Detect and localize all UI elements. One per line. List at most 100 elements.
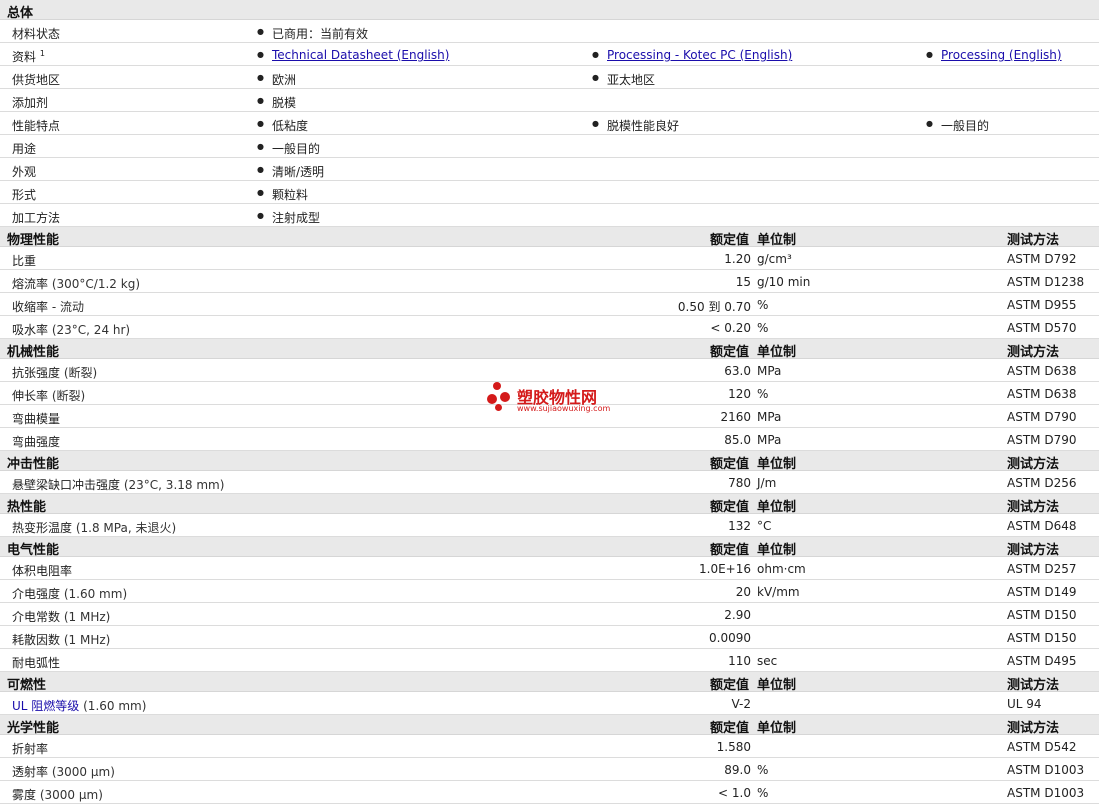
test-condition: (300°C/1.2 kg) xyxy=(51,277,140,291)
section-title: 总体 xyxy=(7,6,34,21)
property-name: 雾度 xyxy=(12,788,37,802)
column-header-value: 额定值 xyxy=(709,500,749,515)
property-label: 耐电弧性 xyxy=(12,654,60,671)
table-row: 悬壁梁缺口冲击强度 (23°C, 3.18 mm) 780 J/m ASTM D256 xyxy=(0,471,1099,494)
table-row: 弯曲强度 85.0 MPa ASTM D790 xyxy=(0,428,1099,451)
property-label: 热变形温度 (1.8 MPa, 未退火) xyxy=(12,519,176,536)
test-method: ASTM D256 xyxy=(1007,476,1077,490)
property-name: 资料 xyxy=(12,50,37,64)
column-header-method: 测试方法 xyxy=(1007,500,1060,515)
property-label: 熔流率 (300°C/1.2 kg) xyxy=(12,275,140,292)
unit-value: % xyxy=(757,786,769,800)
nominal-value: < 1.0 xyxy=(718,786,751,800)
test-method: ASTM D570 xyxy=(1007,321,1077,335)
property-name: 收缩率 xyxy=(12,300,49,314)
unit-value: MPa xyxy=(757,364,782,378)
test-method: ASTM D150 xyxy=(1007,608,1077,622)
bullet-text: 脱模性能良好 xyxy=(607,119,680,133)
nominal-value: 1.0E+16 xyxy=(699,562,751,576)
test-condition: (1 MHz) xyxy=(63,610,111,624)
table-row: UL 阻燃等级 (1.60 mm) V-2 UL 94 xyxy=(0,692,1099,715)
test-method: ASTM D790 xyxy=(1007,433,1077,447)
property-name: 形式 xyxy=(12,188,37,202)
table-row: 收缩率 - 流动 0.50 到 0.70% ASTM D955 xyxy=(0,293,1099,316)
property-label: 介电强度 (1.60 mm) xyxy=(12,585,127,602)
property-label: 吸水率 (23°C, 24 hr) xyxy=(12,321,130,338)
test-method: ASTM D638 xyxy=(1007,364,1077,378)
bullet-item: 注射成型 xyxy=(257,209,320,226)
bullet-item: 欧洲 xyxy=(257,71,296,88)
unit-value: J/m xyxy=(757,476,777,490)
table-row: 雾度 (3000 µm) < 1.0% ASTM D1003 xyxy=(0,781,1099,804)
bullet-item: 清晰/透明 xyxy=(257,163,324,180)
property-name: 吸水率 xyxy=(12,323,49,337)
column-header-method: 测试方法 xyxy=(1007,721,1060,736)
bullet-text: 一般目的 xyxy=(941,119,990,133)
property-label: 抗张强度 (断裂) xyxy=(12,364,97,381)
table-row: 介电常数 (1 MHz) 2.90 ASTM D150 xyxy=(0,603,1099,626)
bullet-item[interactable]: Processing - Kotec PC (English) xyxy=(592,48,792,62)
property-name: 外观 xyxy=(12,165,37,179)
bullet-item[interactable]: Technical Datasheet (English) xyxy=(257,48,449,62)
unit-value: sec xyxy=(757,654,778,668)
table-row: 透射率 (3000 µm) 89.0% ASTM D1003 xyxy=(0,758,1099,781)
table-row: 供货地区 欧洲 亚太地区 xyxy=(0,66,1099,89)
test-condition: (3000 µm) xyxy=(39,788,103,802)
property-label: 收缩率 - 流动 xyxy=(12,298,84,315)
bullet-item[interactable]: Processing (English) xyxy=(926,48,1062,62)
document-link[interactable]: Technical Datasheet (English) xyxy=(272,48,449,62)
property-label: 资料 1 xyxy=(12,48,45,65)
property-name: 耗散因数 xyxy=(12,633,61,647)
section-title: 光学性能 xyxy=(7,721,60,736)
property-label: 形式 xyxy=(12,186,36,203)
section-header: 机械性能 额定值 单位制 测试方法 xyxy=(0,339,1099,360)
table-row: 熔流率 (300°C/1.2 kg) 15 g/10 min ASTM D1238 xyxy=(0,270,1099,293)
property-name: 性能特点 xyxy=(12,119,61,133)
column-header-method: 测试方法 xyxy=(1007,233,1060,248)
section-title: 可燃性 xyxy=(7,678,47,693)
table-row: 折射率 1.580 ASTM D542 xyxy=(0,735,1099,758)
table-row: 热变形温度 (1.8 MPa, 未退火) 132 °C ASTM D648 xyxy=(0,514,1099,537)
bullet-item: 亚太地区 xyxy=(592,71,655,88)
table-row: 介电强度 (1.60 mm) 20 kV/mm ASTM D149 xyxy=(0,580,1099,603)
section-title: 机械性能 xyxy=(7,345,60,360)
nominal-value: 0.0090 xyxy=(709,631,751,645)
table-row: 体积电阻率 1.0E+16 ohm·cm ASTM D257 xyxy=(0,557,1099,580)
property-label: 耗散因数 (1 MHz) xyxy=(12,631,110,648)
property-label: 添加剂 xyxy=(12,94,48,111)
test-method: ASTM D790 xyxy=(1007,410,1077,424)
bullet-item: 低粘度 xyxy=(257,117,308,134)
test-method: ASTM D150 xyxy=(1007,631,1077,645)
unit-value: % xyxy=(757,387,769,401)
column-header-unit: 单位制 xyxy=(757,345,797,360)
table-row: 用途 一般目的 xyxy=(0,135,1099,158)
column-header-value: 额定值 xyxy=(709,345,749,360)
table-row: 性能特点 低粘度 脱模性能良好 一般目的 xyxy=(0,112,1099,135)
property-name: 添加剂 xyxy=(12,96,49,110)
table-row: 比重 1.20 g/cm³ ASTM D792 xyxy=(0,247,1099,270)
nominal-value: V-2 xyxy=(731,697,751,711)
property-name: 透射率 xyxy=(12,765,49,779)
property-name: 弯曲强度 xyxy=(12,435,61,449)
property-label: 供货地区 xyxy=(12,71,60,88)
test-method: ASTM D542 xyxy=(1007,740,1077,754)
section-header: 冲击性能 额定值 单位制 测试方法 xyxy=(0,451,1099,472)
column-header-value: 额定值 xyxy=(709,678,749,693)
property-name: 比重 xyxy=(12,254,37,268)
column-header-value: 额定值 xyxy=(709,233,749,248)
test-condition: - 流动 xyxy=(51,300,84,314)
property-name: UL 阻燃等级 xyxy=(12,699,80,713)
document-link[interactable]: Processing (English) xyxy=(941,48,1062,62)
nominal-value: 63.0 xyxy=(724,364,751,378)
document-link[interactable]: Processing - Kotec PC (English) xyxy=(607,48,792,62)
table-row: 抗张强度 (断裂) 63.0 MPa ASTM D638 xyxy=(0,359,1099,382)
unit-value: g/cm³ xyxy=(757,252,792,266)
property-name: 悬壁梁缺口冲击强度 xyxy=(12,478,121,492)
property-label: 雾度 (3000 µm) xyxy=(12,786,103,803)
property-label: 弯曲强度 xyxy=(12,433,60,450)
property-name: 抗张强度 xyxy=(12,366,61,380)
nominal-value: 2160 xyxy=(720,410,751,424)
nominal-value: 85.0 xyxy=(724,433,751,447)
test-method: ASTM D792 xyxy=(1007,252,1077,266)
column-header-method: 测试方法 xyxy=(1007,678,1060,693)
